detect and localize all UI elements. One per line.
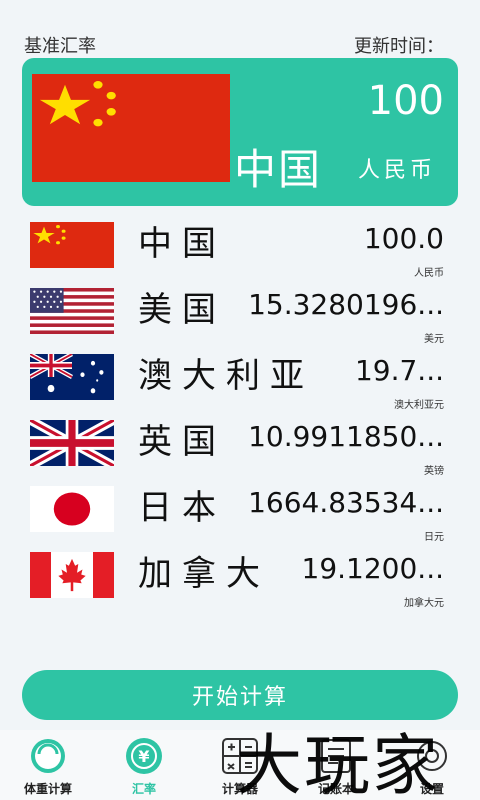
china-flag-icon (32, 74, 230, 182)
rate-value: 19.7... (354, 354, 444, 387)
currency-row-usa[interactable]: 美国 15.3280196... 美元 (0, 280, 480, 346)
china-flag-icon (30, 222, 114, 268)
canada-flag-icon (30, 552, 114, 598)
base-amount[interactable]: 100 (368, 78, 444, 124)
currency-row-japan[interactable]: 日本 1664.83534... 日元 (0, 478, 480, 544)
rate-value: 1664.83534... (248, 486, 444, 519)
rate-value: 19.1200... (301, 552, 445, 585)
currency-unit: 加拿大元 (404, 598, 444, 609)
tab-label: 体重计算 (23, 782, 72, 796)
rate-value: 15.3280196... (248, 288, 444, 321)
country-name: 加拿大 (138, 554, 270, 594)
country-name: 美国 (138, 290, 226, 330)
tab-weight[interactable]: 体重计算 (0, 730, 96, 800)
notebook-icon (321, 739, 351, 773)
currency-row-australia[interactable]: 澳大利亚 19.7... 澳大利亚元 (0, 346, 480, 412)
currency-unit: 澳大利亚元 (394, 400, 444, 411)
currency-row-uk[interactable]: 英国 10.9911850... 英镑 (0, 412, 480, 478)
japan-flag-icon (30, 486, 114, 532)
country-name: 日本 (138, 488, 226, 528)
australia-flag-icon (30, 354, 114, 400)
base-currency-card[interactable]: 100 中国 人民币 (22, 58, 458, 206)
currency-row-china[interactable]: 中国 100.0 人民币 (0, 214, 480, 280)
currency-unit: 英镑 (424, 466, 444, 477)
base-currency-unit: 人民币 (358, 158, 437, 183)
calculator-icon (222, 738, 258, 774)
tab-exchange-rate[interactable]: ¥ 汇率 (96, 730, 192, 800)
svg-text:¥: ¥ (138, 747, 149, 766)
tab-label: 计算器 (221, 782, 258, 796)
country-name: 中国 (138, 224, 226, 264)
header-bar: 基准汇率 更新时间： (24, 32, 444, 58)
currency-unit: 人民币 (414, 268, 444, 279)
scale-icon (31, 739, 65, 773)
tab-settings[interactable]: 设置 (384, 730, 480, 800)
base-rate-label: 基准汇率 (24, 36, 96, 57)
tab-label: 记账本 (317, 782, 354, 796)
settings-icon (417, 741, 447, 771)
tab-label: 汇率 (131, 782, 156, 796)
start-calculation-button[interactable]: 开始计算 (22, 670, 458, 720)
currency-unit: 日元 (424, 532, 444, 543)
bottom-tab-bar: 体重计算 ¥ 汇率 计算器 记账本 设置 (0, 730, 480, 800)
tab-notebook[interactable]: 记账本 (288, 730, 384, 800)
country-name: 英国 (138, 422, 226, 462)
uk-flag-icon (30, 420, 114, 466)
rate-value: 10.9911850... (248, 420, 444, 453)
currency-list: 中国 100.0 人民币 美国 15.3280196... 美元 澳大利亚 19… (0, 214, 480, 610)
country-name: 澳大利亚 (138, 356, 314, 396)
tab-label: 设置 (419, 782, 444, 796)
usa-flag-icon (30, 288, 114, 334)
rate-value: 100.0 (363, 222, 444, 255)
base-country-name: 中国 (234, 145, 323, 194)
update-time-label: 更新时间： (354, 36, 444, 57)
tab-calculator[interactable]: 计算器 (192, 730, 288, 800)
yuan-exchange-icon: ¥ (126, 738, 162, 774)
currency-unit: 美元 (424, 334, 444, 345)
currency-row-canada[interactable]: 加拿大 19.1200... 加拿大元 (0, 544, 480, 610)
